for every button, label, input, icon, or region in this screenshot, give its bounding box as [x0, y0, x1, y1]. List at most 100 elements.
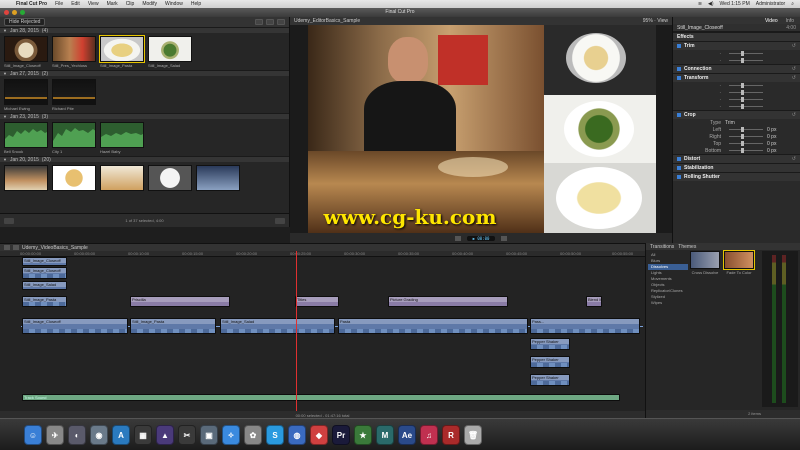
film-icon[interactable]: ▦ [134, 425, 152, 445]
timeline-clip[interactable]: Still_Image_Salad [22, 281, 67, 290]
playhead[interactable] [296, 251, 297, 411]
timeline-clip[interactable]: Titles [295, 296, 339, 307]
after-effects-icon[interactable]: Ae [398, 425, 416, 445]
clip-thumbnail[interactable]: Still_Image_Pasta [99, 35, 145, 68]
param-value[interactable]: 0 px [767, 141, 776, 147]
tab-themes[interactable]: Themes [678, 244, 696, 250]
star-icon[interactable]: ★ [354, 425, 372, 445]
param-slider[interactable] [729, 104, 763, 109]
play-button[interactable] [454, 235, 461, 241]
motion-icon[interactable]: ▲ [156, 425, 174, 445]
clip-thumbnail[interactable]: Bell Snook [4, 122, 48, 154]
trash-icon[interactable]: 🗑 [464, 425, 482, 445]
menu-view[interactable]: View [84, 1, 103, 7]
enable-checkbox[interactable] [677, 44, 681, 48]
clip-thumbnail[interactable]: Richard Pite [52, 79, 96, 111]
crop-type-popup[interactable]: Trim [725, 120, 735, 126]
timeline-ruler[interactable]: 00:00:00:00 00:00:05:00 00:00:10:00 00:0… [0, 251, 645, 257]
app-store-icon[interactable]: A [112, 425, 130, 445]
timeline-clip[interactable]: Pepper Shaker [530, 356, 570, 368]
wifi-icon[interactable]: ≋ [698, 1, 702, 7]
timeline-clip[interactable]: Priscilla [130, 296, 230, 307]
param-value[interactable]: 0 px [767, 134, 776, 140]
clip-appearance-button[interactable] [4, 217, 14, 224]
timeline-clip[interactable]: Still_Image_Closeoff [22, 257, 67, 266]
project-breadcrumb[interactable]: Udemy_VideoBasics_Sample [22, 245, 88, 251]
clip-thumbnail[interactable] [4, 165, 48, 191]
zoom-popup[interactable]: 95% · View [643, 18, 668, 24]
enable-checkbox[interactable] [677, 166, 681, 170]
connection-section[interactable]: Connection ↺ [673, 64, 800, 73]
filmstrip-view-button[interactable] [255, 19, 263, 25]
clip-thumbnail[interactable] [52, 165, 96, 191]
transition-thumbnail[interactable]: Cross Dissolve [690, 251, 720, 275]
timeline-clip[interactable]: Blend Mode [586, 296, 602, 307]
timeline-clip[interactable]: Picture Grading [388, 296, 508, 307]
game-icon[interactable]: ◆ [310, 425, 328, 445]
video-canvas[interactable] [308, 25, 656, 233]
param-value[interactable]: 0 px [767, 127, 776, 133]
music-icon[interactable]: ♫ [420, 425, 438, 445]
user-name[interactable]: Administrator [756, 1, 785, 7]
param-slider[interactable] [729, 83, 763, 88]
enable-checkbox[interactable] [677, 76, 681, 80]
crop-section[interactable]: Crop ↺ [673, 110, 800, 119]
clip-thumbnail[interactable]: Still_Image_Closeoff [4, 36, 48, 68]
trim-section[interactable]: Trim ↺ [673, 41, 800, 50]
param-slider[interactable] [729, 141, 763, 146]
reset-icon[interactable]: ↺ [792, 112, 796, 118]
enable-checkbox[interactable] [677, 175, 681, 179]
disclosure-triangle-icon[interactable]: ▼ [3, 157, 7, 162]
distort-section[interactable]: Distort ↺ [673, 154, 800, 163]
clip-thumbnail[interactable] [196, 165, 240, 191]
timeline-clip[interactable]: Still_Image_Closeoff [22, 267, 67, 279]
param-slider[interactable] [729, 58, 763, 63]
enable-checkbox[interactable] [677, 157, 681, 161]
minimize-window-button[interactable] [12, 10, 17, 15]
menu-help[interactable]: Help [187, 1, 205, 7]
effects-section[interactable]: Effects [673, 32, 800, 41]
zoom-window-button[interactable] [20, 10, 25, 15]
menu-mark[interactable]: Mark [103, 1, 122, 7]
param-slider[interactable] [729, 97, 763, 102]
fullscreen-button[interactable] [501, 235, 508, 241]
param-slider[interactable] [729, 51, 763, 56]
timeline-clip[interactable]: Pepper Shaker [530, 374, 570, 386]
param-slider[interactable] [729, 90, 763, 95]
clock[interactable]: Wed 1:15 PM [720, 1, 750, 7]
storyline-clip[interactable]: Still_Image_Closeoff [22, 318, 128, 334]
menu-file[interactable]: File [51, 1, 67, 7]
timeline-clip[interactable]: Still_Image_Pasta [22, 296, 67, 307]
safari-icon[interactable]: ✧ [222, 425, 240, 445]
storyline-clip[interactable]: Pass... [530, 318, 640, 334]
finder-icon[interactable]: ☺ [24, 425, 42, 445]
param-slider[interactable] [729, 127, 763, 132]
clip-thumbnail[interactable] [148, 165, 192, 191]
forward-arrow-icon[interactable] [13, 245, 19, 250]
rolling-shutter-section[interactable]: Rolling Shutter [673, 172, 800, 181]
clip-thumbnail[interactable]: Michael Ewing [4, 79, 48, 111]
storyline-clip[interactable]: Still_Image_Salad [220, 318, 335, 334]
reset-icon[interactable]: ↺ [792, 156, 796, 162]
transform-section[interactable]: Transform ↺ [673, 73, 800, 82]
skype-icon[interactable]: S [266, 425, 284, 445]
browser-search-icon[interactable] [277, 19, 285, 25]
clip-thumbnail[interactable]: Still_Image_Salad [148, 36, 192, 68]
timeline-clip[interactable]: Pepper Shaker [530, 338, 570, 350]
enable-checkbox[interactable] [677, 67, 681, 71]
enable-checkbox[interactable] [677, 113, 681, 117]
menu-edit[interactable]: Edit [67, 1, 84, 7]
search-icon[interactable]: ⌕ [791, 1, 794, 7]
reset-icon[interactable]: ↺ [792, 66, 796, 72]
clip-thumbnail[interactable]: Hazel Baby [100, 122, 144, 154]
tab-info[interactable]: Info [786, 18, 794, 24]
disclosure-triangle-icon[interactable]: ▼ [3, 28, 7, 33]
globe-icon[interactable]: ◍ [288, 425, 306, 445]
category-item[interactable]: Wipes [648, 300, 688, 306]
disclosure-triangle-icon[interactable]: ▼ [3, 71, 7, 76]
stabilization-section[interactable]: Stabilization [673, 163, 800, 172]
reset-icon[interactable]: ↺ [792, 43, 796, 49]
param-slider[interactable] [729, 148, 763, 153]
back-arrow-icon[interactable] [4, 245, 10, 250]
premiere-icon[interactable]: Pr [332, 425, 350, 445]
